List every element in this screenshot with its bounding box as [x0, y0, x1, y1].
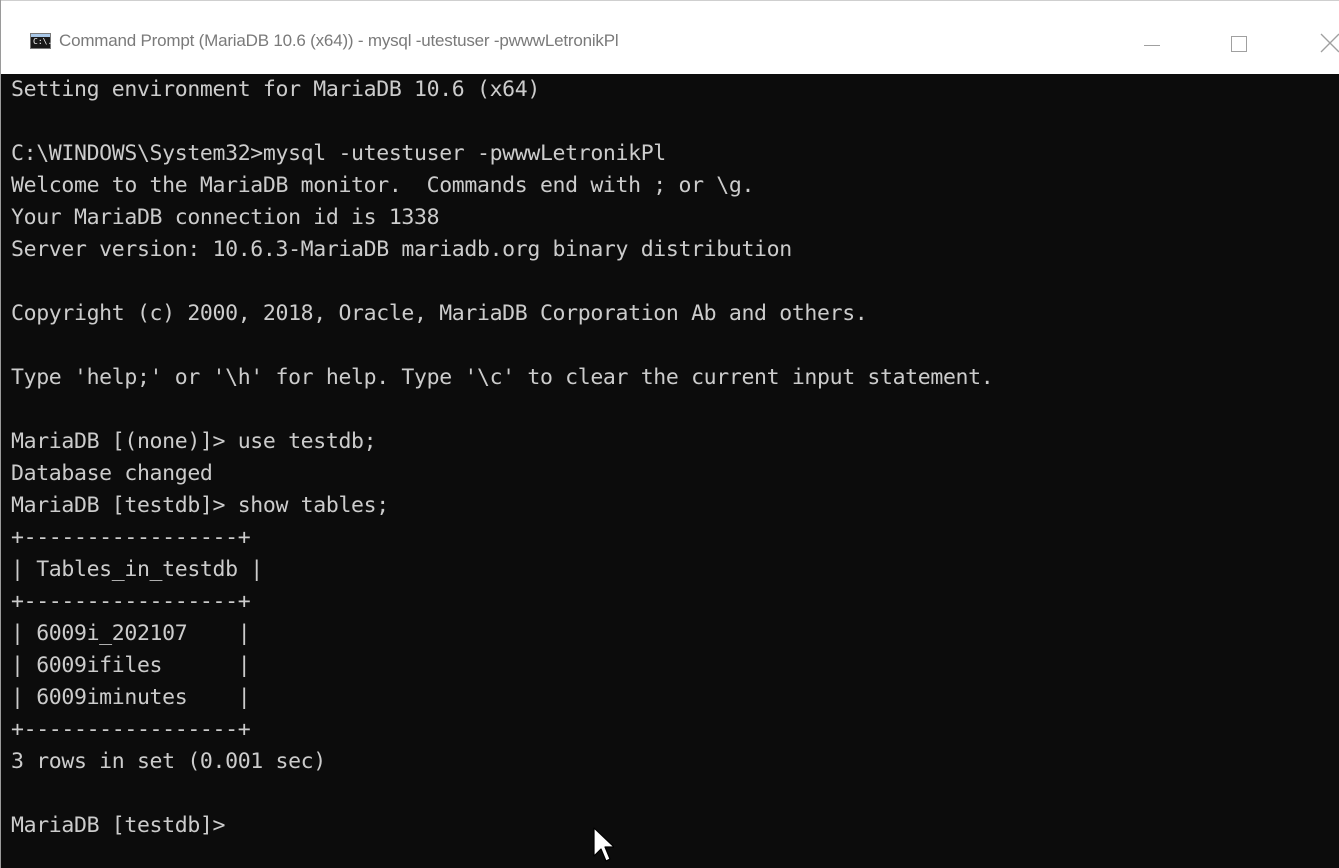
terminal-line: Server version: 10.6.3-MariaDB mariadb.o… [11, 237, 792, 262]
terminal-line: +-----------------+ [11, 717, 251, 742]
console-app-icon[interactable]: C:\. [30, 33, 52, 49]
terminal-line: +-----------------+ [11, 589, 251, 614]
terminal-line: MariaDB [(none)]> use testdb; [11, 429, 377, 454]
terminal-line: Setting environment for MariaDB 10.6 (x6… [11, 77, 540, 102]
terminal-line: Database changed [11, 461, 213, 486]
title-bar[interactable]: C:\. Command Prompt (MariaDB 10.6 (x64))… [1, 0, 1339, 74]
arrow-cursor-icon [593, 827, 614, 862]
terminal-line: +-----------------+ [11, 525, 251, 550]
terminal-line: MariaDB [testdb]> show tables; [11, 493, 389, 518]
close-button[interactable] [1291, 19, 1339, 65]
terminal-line: | 6009ifiles | [11, 653, 251, 678]
terminal-line: | 6009iminutes | [11, 685, 251, 710]
terminal-output[interactable]: Setting environment for MariaDB 10.6 (x6… [11, 74, 1336, 864]
terminal-line: | Tables_in_testdb | [11, 557, 263, 582]
terminal-line: Welcome to the MariaDB monitor. Commands… [11, 173, 755, 198]
terminal-line: C:\WINDOWS\System32>mysql -utestuser -pw… [11, 141, 666, 166]
terminal-line: Type 'help;' or '\h' for help. Type '\c'… [11, 365, 994, 390]
terminal-line: Copyright (c) 2000, 2018, Oracle, MariaD… [11, 301, 868, 326]
window-title: Command Prompt (MariaDB 10.6 (x64)) - my… [59, 31, 619, 50]
minimize-icon [1144, 45, 1160, 46]
maximize-icon [1231, 36, 1247, 52]
command-prompt-window: C:\. Command Prompt (MariaDB 10.6 (x64))… [0, 0, 1339, 868]
terminal-line: 3 rows in set (0.001 sec) [11, 749, 326, 774]
terminal-line: | 6009i_202107 | [11, 621, 251, 646]
terminal-prompt[interactable]: MariaDB [testdb]> [11, 810, 1336, 842]
maximize-button[interactable] [1209, 19, 1269, 65]
minimize-button[interactable] [1129, 19, 1189, 65]
terminal-line: Your MariaDB connection id is 1338 [11, 205, 440, 230]
close-icon [1320, 33, 1339, 53]
